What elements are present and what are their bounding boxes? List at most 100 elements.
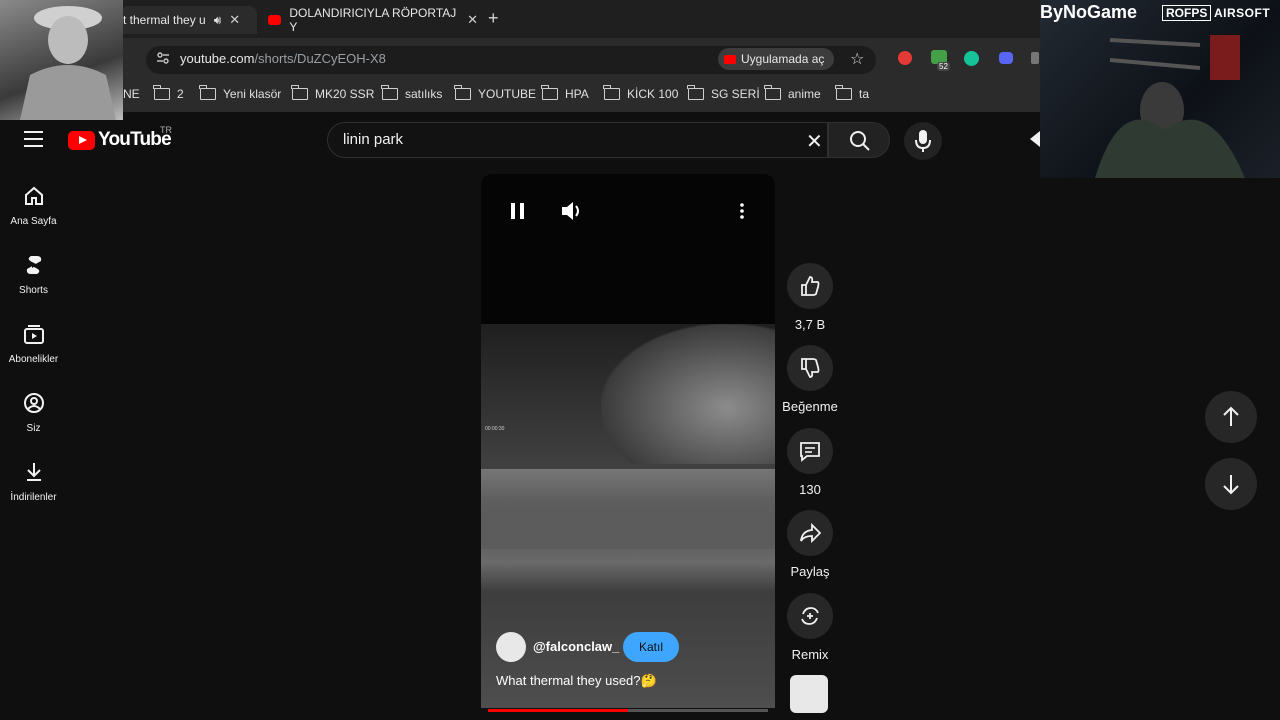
thumbs-up-icon	[801, 276, 820, 296]
discord-icon[interactable]	[999, 52, 1013, 64]
bookmark-folder[interactable]: ta	[835, 85, 870, 101]
folder-icon	[835, 85, 852, 100]
bookmark-folder[interactable]: satılıks	[381, 85, 442, 101]
remix-label: Remix	[791, 647, 829, 662]
bookmark-folder[interactable]: YOUTUBE	[454, 85, 536, 101]
join-button[interactable]: Katıl	[623, 632, 679, 662]
tab-active[interactable]: t thermal they u 🔊︎ ✕	[120, 6, 257, 34]
new-tab-icon[interactable]: +	[488, 8, 499, 29]
bookmark-label: MK20 SSR	[315, 87, 375, 101]
remix-button[interactable]: Remix	[786, 593, 834, 662]
like-button[interactable]: 3,7 B	[786, 263, 834, 332]
bynogame-logo: ByNoGame	[1040, 2, 1138, 22]
site-info-icon[interactable]	[156, 51, 169, 64]
share-icon	[800, 522, 821, 544]
open-in-app-label: Uygulamada aç	[741, 52, 825, 66]
sidebar-item-you[interactable]: Siz	[0, 392, 67, 434]
video-sky	[481, 174, 775, 334]
sidebar-item-home[interactable]: Ana Sayfa	[0, 185, 67, 227]
speaker-icon: 🔊︎	[213, 12, 222, 27]
close-tab-icon[interactable]: ✕	[229, 12, 240, 28]
account-icon	[23, 393, 44, 413]
bookmark-folder[interactable]: anime	[764, 85, 821, 101]
sidebar-item-label: Ana Sayfa	[10, 216, 57, 227]
folder-icon	[199, 85, 216, 100]
arrow-up-icon	[1223, 406, 1239, 426]
sound-thumbnail[interactable]	[790, 675, 828, 713]
remix-icon	[801, 607, 819, 625]
bookmark-folder[interactable]: Yeni klasör	[199, 85, 282, 101]
mic-icon	[915, 130, 931, 152]
shorts-player[interactable]: 00:00:30	[481, 174, 775, 708]
extension-adblock-icon[interactable]	[898, 51, 912, 65]
webcam-overlay	[1040, 0, 1280, 178]
channel-avatar[interactable]	[496, 632, 526, 662]
youtube-favicon-icon	[268, 15, 282, 25]
share-button[interactable]: Paylaş	[786, 510, 834, 579]
voice-search-button[interactable]	[904, 122, 942, 160]
shorts-icon	[26, 256, 41, 274]
url-host: youtube.com	[180, 51, 255, 66]
next-short-button[interactable]	[1205, 458, 1257, 510]
comments-button[interactable]: 130	[786, 428, 834, 497]
folder-icon	[541, 85, 558, 100]
previous-short-button[interactable]	[1205, 391, 1257, 443]
menu-icon[interactable]	[24, 131, 43, 147]
dislike-button[interactable]: Beğenme	[776, 345, 844, 414]
video-caption: What thermal they used?🤔	[496, 673, 657, 688]
bookmark-label: ta	[859, 87, 870, 101]
search-query[interactable]: linin park	[343, 131, 403, 148]
home-icon	[24, 186, 43, 205]
youtube-play-icon	[68, 130, 95, 150]
airsoft-logo: AIRSOFT	[1214, 6, 1271, 20]
bookmark-label: KİCK 100	[627, 87, 679, 101]
bookmark-folder[interactable]: MK20 SSR	[291, 85, 375, 101]
folder-icon	[153, 85, 170, 100]
progress-fill	[488, 709, 628, 712]
search-icon	[850, 131, 870, 151]
extensions-icon[interactable]	[1031, 52, 1039, 64]
bookmark-folder[interactable]: 2	[153, 85, 184, 101]
like-count: 3,7 B	[794, 317, 826, 332]
country-code: TR	[160, 125, 172, 135]
youtube-logo[interactable]: YouTube	[68, 129, 172, 151]
sidebar-item-subscriptions[interactable]: Abonelikler	[0, 323, 67, 365]
bookmark-folder[interactable]: HPA	[541, 85, 589, 101]
bookmark-label: NE	[123, 87, 140, 101]
thumbs-down-icon	[801, 358, 820, 378]
bookmark-star-icon[interactable]: ☆	[850, 49, 864, 69]
video-wave	[601, 324, 775, 464]
folder-icon	[454, 85, 471, 100]
bookmark-label: 2	[177, 87, 184, 101]
grammarly-icon[interactable]	[964, 51, 979, 66]
sidebar-item-label: İndirilenler	[10, 492, 57, 503]
url-text[interactable]: youtube.com/shorts/DuZCyEOH-X8	[180, 51, 386, 66]
tab-inactive[interactable]: DOLANDIRICIYLA RÖPORTAJ Y ✕	[268, 6, 478, 34]
clear-search-icon[interactable]: ✕	[806, 129, 823, 154]
pause-button[interactable]	[510, 202, 526, 225]
create-icon[interactable]	[1030, 131, 1040, 147]
comment-icon	[800, 442, 820, 462]
more-options-icon[interactable]	[739, 203, 745, 224]
bookmark-item[interactable]: NE	[123, 87, 140, 101]
volume-button[interactable]	[560, 200, 584, 227]
download-icon	[26, 463, 41, 481]
folder-icon	[687, 85, 704, 100]
open-in-app-button[interactable]: Uygulamada aç	[718, 48, 835, 70]
sidebar-item-shorts[interactable]: Shorts	[0, 254, 67, 296]
sidebar-item-label: Shorts	[19, 285, 48, 296]
bookmark-label: Yeni klasör	[223, 87, 282, 101]
search-button[interactable]	[828, 122, 890, 158]
folder-icon	[603, 85, 620, 100]
channel-name[interactable]: @falconclaw_	[533, 639, 619, 654]
pause-icon	[511, 203, 524, 219]
url-path: /shorts/DuZCyEOH-X8	[254, 51, 386, 66]
bookmark-folder[interactable]: KİCK 100	[603, 85, 679, 101]
subscriptions-icon	[23, 325, 44, 344]
sidebar-item-downloads[interactable]: İndirilenler	[0, 461, 67, 503]
close-tab-icon[interactable]: ✕	[467, 12, 478, 28]
portrait-overlay	[0, 0, 123, 120]
bookmark-folder[interactable]: SG SERİ	[687, 85, 760, 101]
rofps-logo: ROFPS	[1162, 5, 1212, 21]
comment-count: 130	[799, 482, 821, 497]
